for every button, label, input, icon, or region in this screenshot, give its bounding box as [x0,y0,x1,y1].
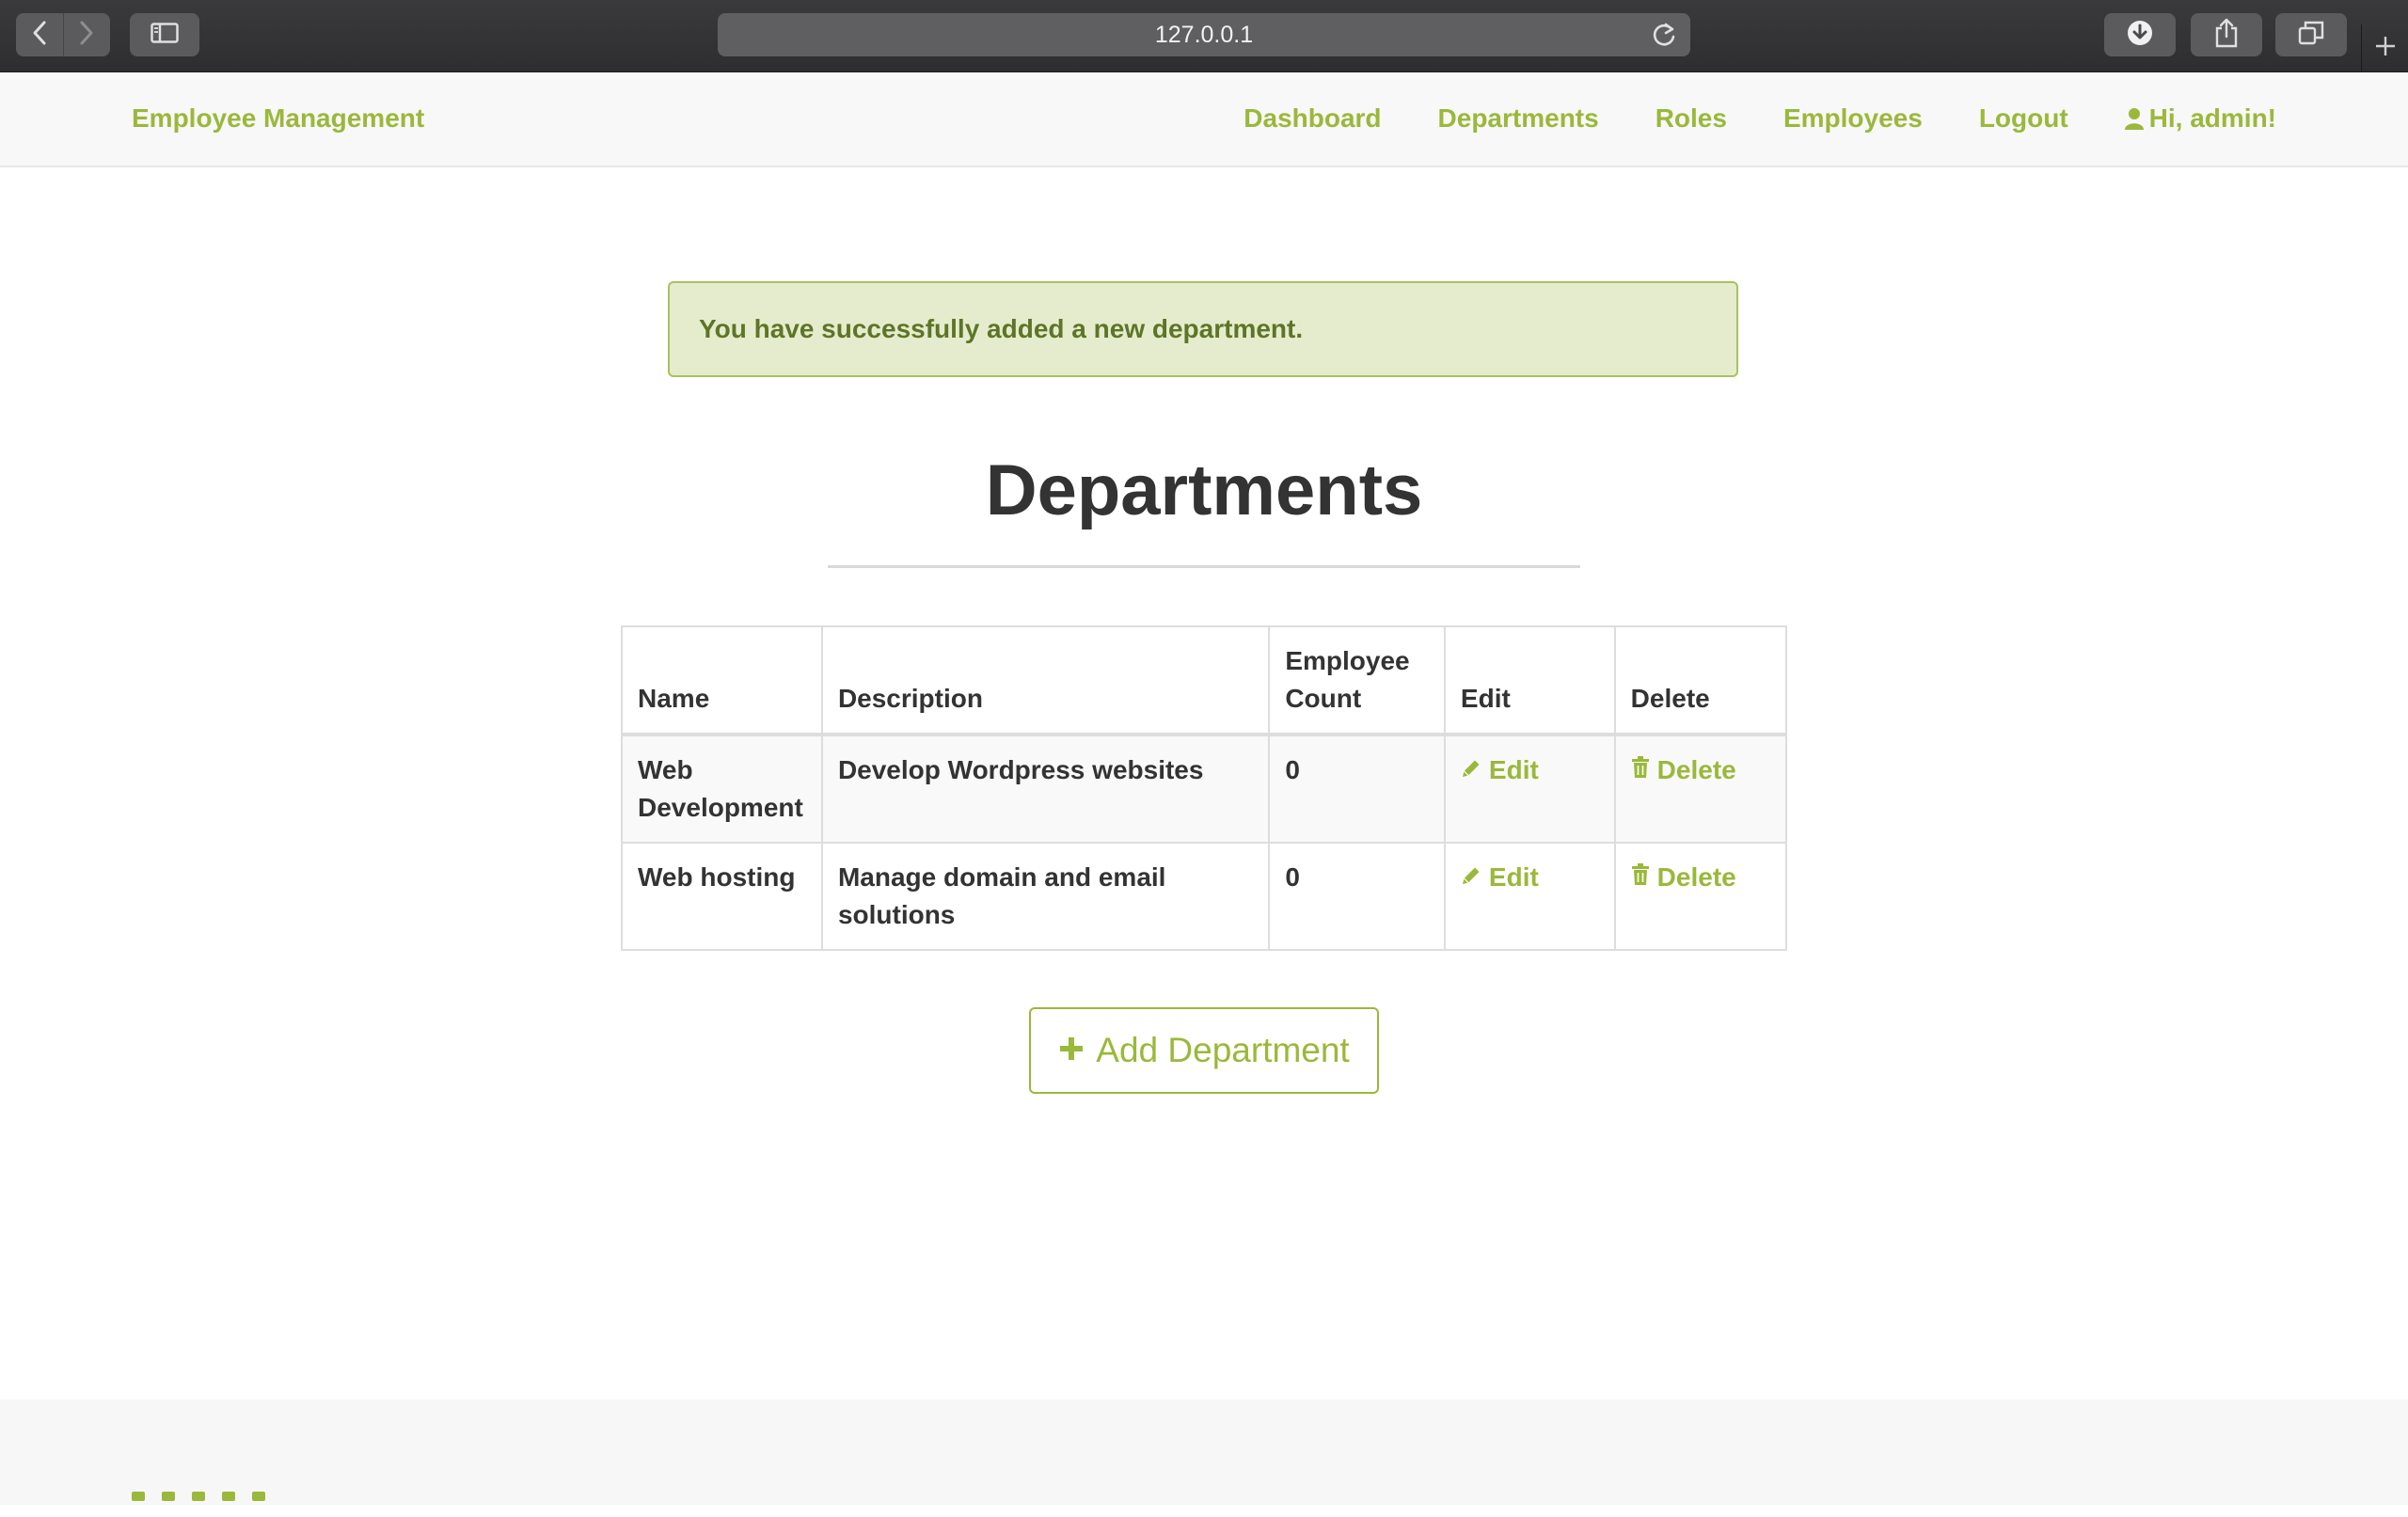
title-divider [828,565,1580,568]
nav-roles-link[interactable]: Roles [1656,103,1727,134]
new-tab-icon [2374,35,2397,62]
tab-overview-button[interactable] [2275,13,2347,56]
cell-employee-count: 0 [1268,842,1446,951]
edit-link[interactable]: Edit [1461,751,1539,789]
cell-delete: Delete [1613,734,1788,844]
cell-name: Web Development [621,734,823,844]
nav-departments-link[interactable]: Departments [1438,103,1599,134]
pencil-icon [1461,859,1481,896]
sidebar-toggle-button[interactable] [130,13,199,56]
cell-description: Develop Wordpress websites [820,734,1271,844]
header-employee-count: Employee Count [1268,625,1446,736]
download-icon [2126,19,2154,52]
reload-icon[interactable] [1651,21,1677,55]
delete-label: Delete [1656,755,1736,784]
forward-button[interactable] [64,13,111,56]
nav-user-link[interactable]: Hi, admin! [2124,103,2276,134]
back-button[interactable] [16,13,64,56]
table-header-row: Name Description Employee Count Edit Del… [621,625,1788,736]
new-tab-button[interactable] [2361,24,2408,71]
page-footer [0,1399,2408,1505]
cell-employee-count: 0 [1268,734,1446,844]
user-icon [2124,107,2144,130]
page-title: Departments [985,450,1423,530]
browser-toolbar: 127.0.0.1 [0,0,2408,72]
cell-edit: Edit [1443,842,1616,951]
share-icon [2214,18,2239,53]
brand-link[interactable]: Employee Management [132,103,424,134]
table-row: Web Development Develop Wordpress websit… [621,734,1788,844]
plus-icon [1058,1031,1085,1070]
back-icon [30,20,49,51]
cell-name: Web hosting [621,842,823,951]
nav-employees-link[interactable]: Employees [1783,103,1923,134]
url-text: 127.0.0.1 [1154,21,1254,48]
trash-icon [1631,751,1650,789]
nav-logout-link[interactable]: Logout [1979,103,2068,134]
cell-edit: Edit [1443,734,1616,844]
nav-links: Dashboard Departments Roles Employees Lo… [1187,103,2276,134]
cell-delete: Delete [1613,842,1788,951]
edit-link[interactable]: Edit [1461,859,1539,896]
sidebar-icon [150,22,179,48]
add-department-button[interactable]: Add Department [1029,1007,1379,1094]
edit-label: Edit [1488,862,1539,892]
forward-icon [77,20,96,51]
table-row: Web hosting Manage domain and email solu… [621,842,1788,951]
header-delete: Delete [1613,625,1788,736]
delete-link[interactable]: Delete [1631,751,1736,789]
footer-brand-partial [132,1489,376,1517]
history-buttons [16,13,110,56]
departments-table: Name Description Employee Count Edit Del… [621,625,1788,951]
header-name: Name [621,625,823,736]
success-alert: You have successfully added a new depart… [668,281,1738,377]
downloads-button[interactable] [2104,13,2176,56]
delete-link[interactable]: Delete [1631,859,1736,896]
add-department-label: Add Department [1096,1031,1350,1069]
address-bar[interactable]: 127.0.0.1 [718,13,1690,56]
header-description: Description [820,625,1271,736]
top-navbar: Employee Management Dashboard Department… [0,72,2408,167]
share-button[interactable] [2191,13,2262,56]
cell-description: Manage domain and email solutions [820,842,1271,951]
user-greeting: Hi, admin! [2148,103,2276,133]
pencil-icon [1461,751,1481,789]
alert-message: You have successfully added a new depart… [699,314,1304,343]
delete-label: Delete [1656,862,1736,892]
trash-icon [1631,859,1650,896]
nav-dashboard-link[interactable]: Dashboard [1244,103,1381,134]
header-edit: Edit [1443,625,1616,736]
edit-label: Edit [1488,755,1539,784]
tabs-icon [2298,21,2324,50]
